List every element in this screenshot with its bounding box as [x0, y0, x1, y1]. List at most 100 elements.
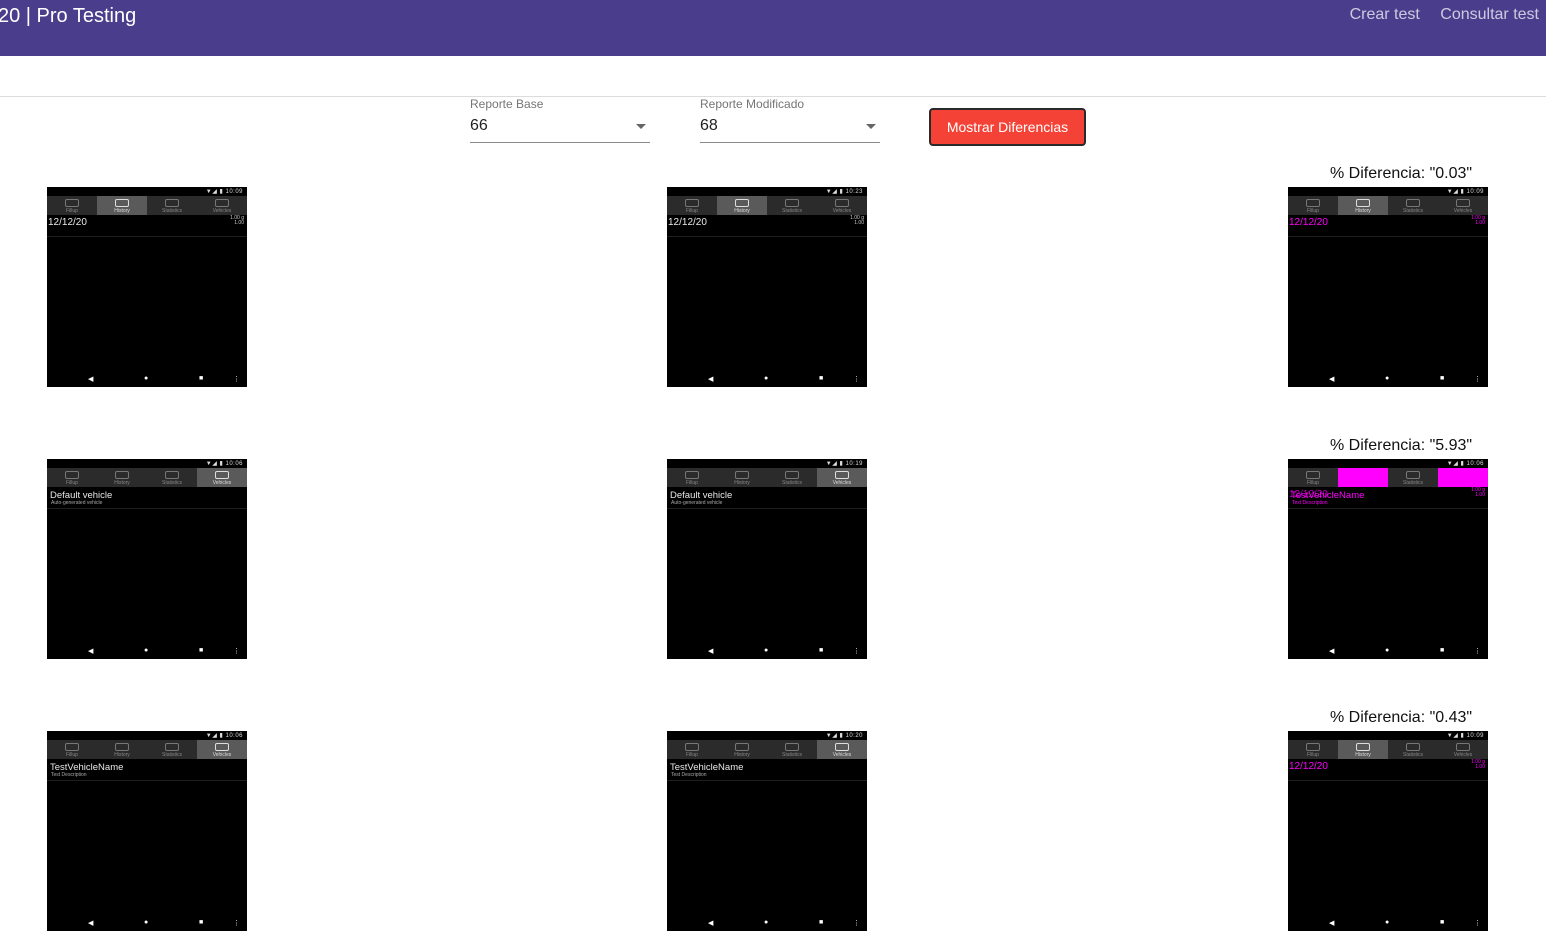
tab-vehicles: Vehicles [197, 740, 247, 759]
tab-label: Statistics [1402, 480, 1423, 486]
back-icon: ◀ [88, 920, 94, 927]
tab-label: Statistics [161, 480, 182, 486]
overflow-icon: ⋮ [233, 648, 240, 655]
fillup-icon [1306, 471, 1320, 479]
base-report-label: Reporte Base [470, 97, 544, 111]
home-icon: ● [144, 647, 149, 654]
tab-fillup: Fillup [47, 468, 97, 487]
screenshot-mod[interactable]: ▼◢ ▮ 10:19 Fillup History Statistics Vehicle… [667, 459, 867, 659]
overflow-icon: ⋮ [233, 376, 240, 383]
tab-vehicles: Vehicles [1438, 196, 1488, 215]
tab-label: History [1355, 208, 1371, 214]
tab-history: History [717, 196, 767, 215]
screenshot-base[interactable]: ▼◢ ▮ 10:06 Fillup History Statistics Vehicle… [47, 731, 247, 931]
home-icon: ● [1385, 647, 1390, 654]
tab-statistics: Statistics [1388, 740, 1438, 759]
vehicles-icon [215, 743, 229, 751]
tab-vehicles: Vehicles [197, 468, 247, 487]
tab-label: Vehicles [832, 208, 852, 214]
tab-history: History [1338, 740, 1388, 759]
vehicles-icon [1456, 743, 1470, 751]
tab-label: Fillup [686, 480, 698, 486]
screenshot-diffimg[interactable]: ▼◢ ▮ 10:06 Fillup History Statistics Vehicle… [1288, 459, 1488, 659]
screenshot-base[interactable]: ▼◢ ▮ 10:09 Fillup History Statistics Vehicle… [47, 187, 247, 387]
row-divider [667, 236, 867, 237]
entry-subtitle: Auto-generated vehicle [51, 500, 103, 506]
tab-fillup: Fillup [667, 196, 717, 215]
status-bar-time: ▼◢ ▮ 10:06 [1446, 461, 1484, 467]
screenshot-base[interactable]: ▼◢ ▮ 10:06 Fillup History Statistics Vehicle… [47, 459, 247, 659]
app-tab-bar: Fillup History Statistics Vehicles [47, 740, 247, 759]
tab-history: History [97, 468, 147, 487]
screenshot-diffimg[interactable]: ▼◢ ▮ 10:09 Fillup History Statistics Vehicle… [1288, 187, 1488, 387]
tab-label: History [114, 752, 130, 758]
history-icon [1356, 743, 1370, 751]
screenshot-diffimg[interactable]: ▼◢ ▮ 10:09 Fillup History Statistics Vehicle… [1288, 731, 1488, 931]
history-icon [735, 743, 749, 751]
tab-label: Statistics [1402, 752, 1423, 758]
android-nav-bar: ◀ ● ■ ⋮ [1288, 919, 1488, 927]
tab-label: Statistics [161, 752, 182, 758]
history-icon [735, 199, 749, 207]
android-nav-bar: ◀ ● ■ ⋮ [47, 647, 247, 655]
vehicles-icon [215, 471, 229, 479]
status-bar-time: ▼◢ ▮ 10:09 [1446, 733, 1484, 739]
chevron-down-icon[interactable] [636, 124, 646, 129]
show-differences-button[interactable]: Mostrar Diferencias [929, 108, 1086, 146]
vehicles-icon [1456, 471, 1470, 479]
difference-percentage: % Diferencia: "0.03" [1330, 165, 1473, 182]
tab-label: History [734, 480, 750, 486]
app-tab-bar: Fillup History Statistics Vehicles [667, 468, 867, 487]
row-divider [1288, 236, 1488, 237]
entry-subtitle: Test Description [1292, 500, 1328, 506]
recents-icon: ■ [199, 919, 204, 926]
row-divider [47, 508, 247, 509]
row-divider [1288, 780, 1488, 781]
status-bar-time: ▼◢ ▮ 10:09 [205, 189, 243, 195]
screenshot-mod[interactable]: ▼◢ ▮ 10:23 Fillup History Statistics Vehicle… [667, 187, 867, 387]
tab-label: Vehicles [832, 480, 852, 486]
android-nav-bar: ◀ ● ■ ⋮ [667, 647, 867, 655]
tab-label: Fillup [66, 208, 78, 214]
overflow-icon: ⋮ [853, 376, 860, 383]
statistics-icon [165, 471, 179, 479]
entry-values: 1.00 g 1.00 [1471, 487, 1485, 498]
history-icon [1356, 471, 1370, 479]
home-icon: ● [764, 647, 769, 654]
recents-icon: ■ [819, 647, 824, 654]
app-tab-bar: Fillup History Statistics Vehicles [667, 740, 867, 759]
android-nav-bar: ◀ ● ■ ⋮ [1288, 375, 1488, 383]
entry-values: 1.00 g 1.00 [1471, 215, 1485, 226]
base-report-select[interactable]: Reporte Base 66 [470, 96, 650, 143]
modified-report-select[interactable]: Reporte Modificado 68 [700, 96, 880, 143]
entry-subtitle: Auto-generated vehicle [671, 500, 723, 506]
app-tab-bar: Fillup History Statistics Vehicles [47, 196, 247, 215]
home-icon: ● [764, 375, 769, 382]
screenshot-mod[interactable]: ▼◢ ▮ 10:20 Fillup History Statistics Vehicle… [667, 731, 867, 931]
history-icon [735, 471, 749, 479]
vehicles-icon [215, 199, 229, 207]
home-icon: ● [144, 375, 149, 382]
tab-label: Statistics [781, 752, 802, 758]
difference-percentage: % Diferencia: "0.43" [1330, 709, 1473, 726]
row-divider [47, 780, 247, 781]
back-icon: ◀ [708, 376, 714, 383]
tab-label: Fillup [1307, 208, 1319, 214]
history-icon [115, 199, 129, 207]
modified-report-value: 68 [700, 117, 718, 134]
chevron-down-icon[interactable] [866, 124, 876, 129]
back-icon: ◀ [1329, 920, 1335, 927]
status-bar-time: ▼◢ ▮ 10:09 [1446, 189, 1484, 195]
base-report-value: 66 [470, 117, 488, 134]
tab-fillup: Fillup [1288, 468, 1338, 487]
tab-label: Vehicles [212, 480, 232, 486]
tab-fillup: Fillup [667, 468, 717, 487]
tab-vehicles: Vehicles [817, 196, 867, 215]
nav-consultar-test[interactable]: Consultar test [1440, 6, 1539, 23]
tab-label: Vehicles [212, 208, 232, 214]
nav-crear-test[interactable]: Crear test [1350, 6, 1420, 23]
tab-fillup: Fillup [667, 740, 717, 759]
recents-icon: ■ [819, 375, 824, 382]
overflow-icon: ⋮ [853, 648, 860, 655]
entry-title: 12/12/20 [48, 217, 87, 228]
